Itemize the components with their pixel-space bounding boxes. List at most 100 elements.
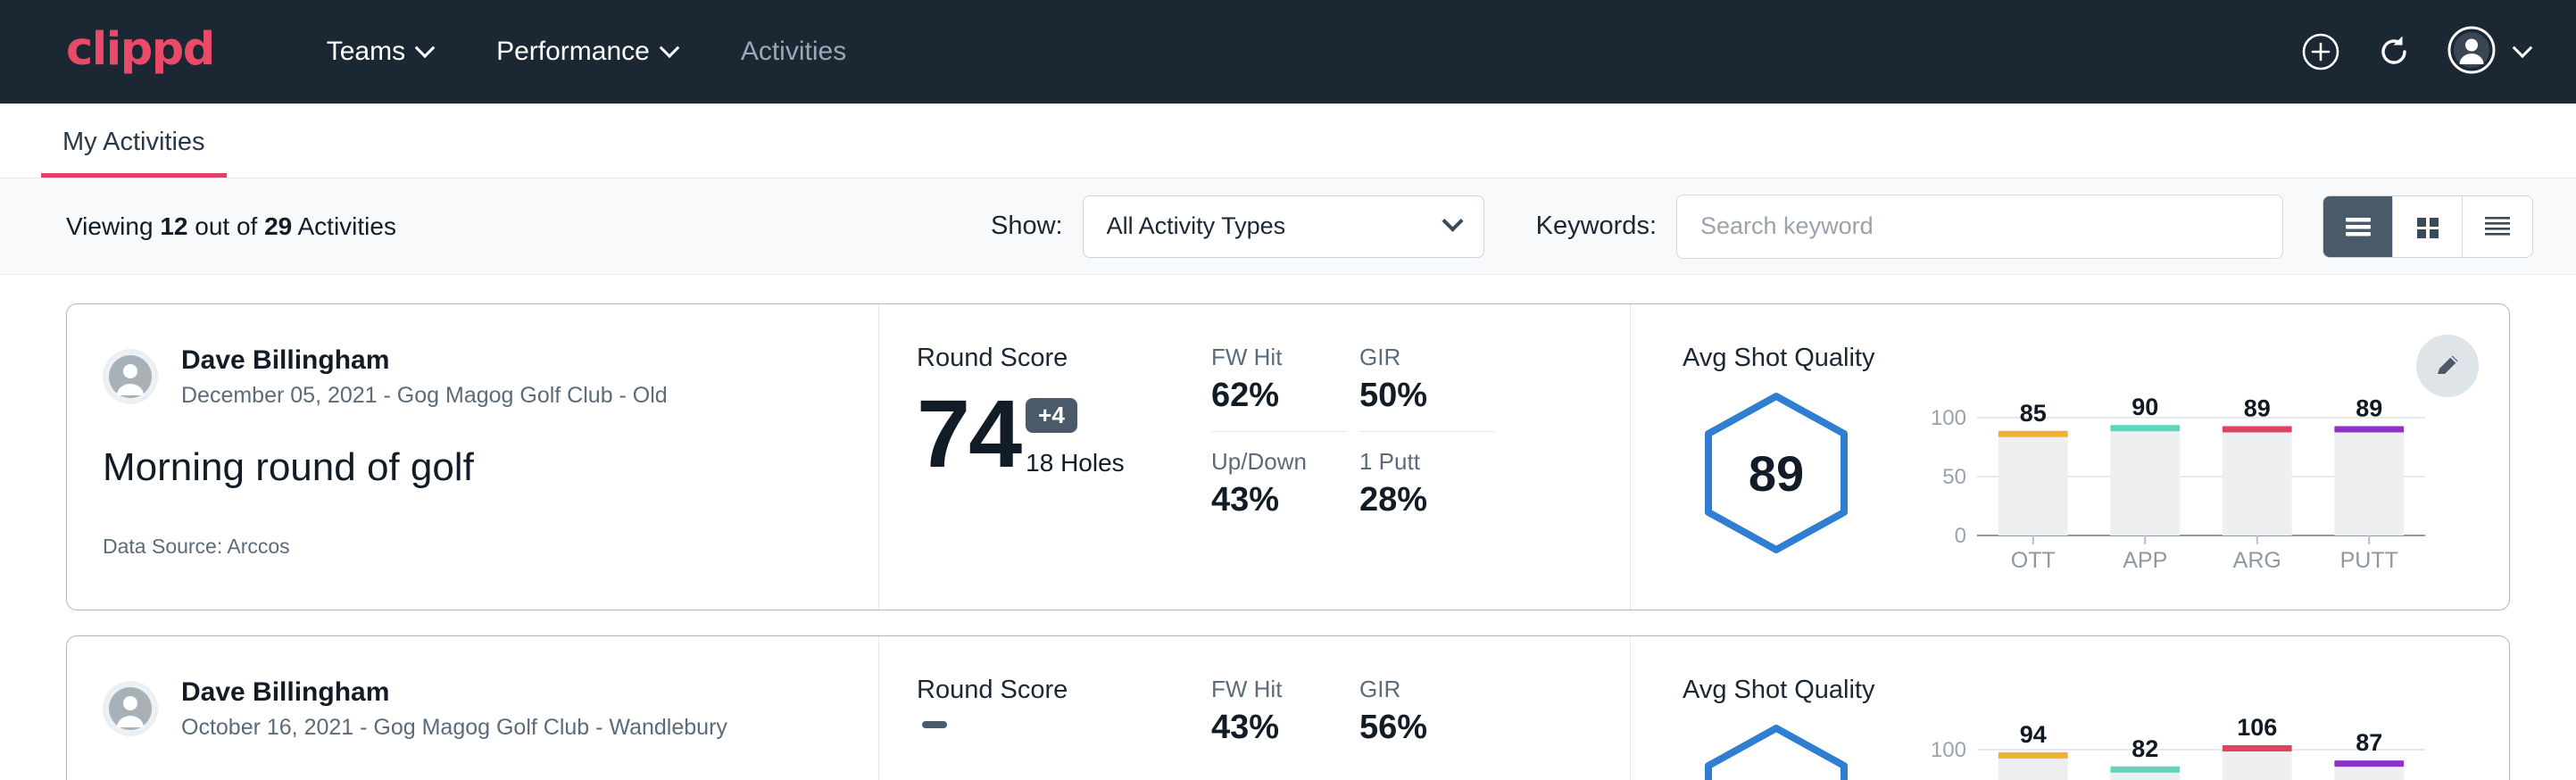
account-avatar-icon bbox=[2447, 26, 2496, 79]
top-navigation-bar: clippd Teams Performance Activities bbox=[0, 0, 2576, 104]
svg-text:PUTT: PUTT bbox=[2340, 548, 2398, 573]
stat-value-up-down: 43% bbox=[1211, 481, 1347, 519]
round-score-row: 74 +4 18 Holes bbox=[917, 389, 1211, 477]
show-label: Show: bbox=[991, 212, 1063, 241]
stat-label-up-down: Up/Down bbox=[1211, 448, 1347, 476]
viewing-count-text: Viewing 12 out of 29 Activities bbox=[66, 212, 396, 241]
stat-column-right: GIR 56% bbox=[1359, 676, 1495, 780]
stat-column-right: GIR 50% 1 Putt 28% bbox=[1359, 344, 1495, 610]
svg-text:ARG: ARG bbox=[2233, 548, 2281, 573]
stat-value-fw-hit: 62% bbox=[1211, 377, 1347, 415]
quality-hexagon: 89 bbox=[1701, 391, 1851, 555]
svg-text:0: 0 bbox=[1955, 524, 1966, 548]
nav-item-activities[interactable]: Activities bbox=[709, 37, 878, 67]
svg-text:APP: APP bbox=[2123, 548, 2167, 573]
nav-item-teams[interactable]: Teams bbox=[295, 37, 464, 67]
chevron-down-icon bbox=[660, 37, 680, 58]
viewing-middle: out of bbox=[187, 212, 264, 240]
svg-text:OTT: OTT bbox=[2011, 548, 2056, 573]
activity-title: Morning round of golf bbox=[103, 445, 843, 490]
round-score-row bbox=[917, 721, 1211, 744]
view-toggle-grid[interactable] bbox=[2393, 196, 2463, 257]
stat-divider bbox=[1211, 431, 1347, 432]
avg-shot-quality-heading: Avg Shot Quality bbox=[1683, 676, 2464, 705]
viewing-prefix: Viewing bbox=[66, 212, 160, 240]
compact-view-icon bbox=[2480, 212, 2514, 241]
avatar bbox=[103, 681, 158, 736]
activity-list: Dave Billingham December 05, 2021 - Gog … bbox=[0, 275, 2576, 780]
svg-text:90: 90 bbox=[2131, 394, 2158, 420]
activity-card[interactable]: Dave Billingham December 05, 2021 - Gog … bbox=[66, 303, 2510, 610]
view-toggle-group bbox=[2323, 195, 2533, 258]
viewing-suffix: Activities bbox=[292, 212, 396, 240]
shot-quality-bar-chart: 05010094OTT82APP106ARG87PUTT bbox=[1897, 718, 2464, 780]
stat-label-fw-hit: FW Hit bbox=[1211, 676, 1347, 703]
edit-activity-button[interactable] bbox=[2416, 335, 2479, 397]
main-nav: Teams Performance Activities bbox=[295, 37, 878, 67]
view-toggle-list[interactable] bbox=[2323, 196, 2393, 257]
svg-text:87: 87 bbox=[2356, 729, 2382, 756]
activity-meta: October 16, 2021 - Gog Magog Golf Club -… bbox=[181, 713, 727, 743]
filter-controls: Show: All Activity Types Keywords: bbox=[991, 195, 2533, 259]
round-score-heading: Round Score bbox=[917, 344, 1211, 373]
nav-item-teams-label: Teams bbox=[327, 37, 405, 67]
chevron-down-icon bbox=[2513, 37, 2533, 58]
list-view-icon bbox=[2340, 212, 2376, 241]
account-menu[interactable] bbox=[2447, 26, 2530, 79]
keywords-label: Keywords: bbox=[1536, 212, 1657, 241]
stat-divider bbox=[1359, 431, 1495, 432]
activity-summary: Dave Billingham December 05, 2021 - Gog … bbox=[67, 304, 879, 610]
grid-view-icon bbox=[2412, 212, 2444, 241]
nav-item-performance-label: Performance bbox=[496, 37, 650, 67]
activity-type-select[interactable]: All Activity Types bbox=[1083, 195, 1484, 258]
round-score-value: 74 bbox=[917, 389, 1020, 477]
stat-value-1-putt: 28% bbox=[1359, 481, 1495, 519]
avg-shot-quality-section: Avg Shot Quality 89 05010085OTT90APP89AR… bbox=[1631, 304, 2509, 610]
activity-stats: FW Hit 62% Up/Down 43% GIR 50% 1 Putt 28… bbox=[1211, 304, 1631, 610]
svg-text:100: 100 bbox=[1931, 738, 1966, 762]
activity-card[interactable]: Dave Billingham October 16, 2021 - Gog M… bbox=[66, 635, 2510, 780]
round-score-section: Round Score bbox=[879, 636, 1211, 780]
tab-my-activities[interactable]: My Activities bbox=[41, 128, 227, 178]
nav-item-performance[interactable]: Performance bbox=[464, 37, 709, 67]
avatar bbox=[103, 349, 158, 404]
clippd-logo[interactable]: clippd bbox=[66, 27, 214, 78]
chevron-down-icon bbox=[415, 37, 436, 58]
activity-type-select-value: All Activity Types bbox=[1107, 212, 1286, 240]
search-input[interactable] bbox=[1700, 212, 2259, 240]
plus-circle-icon[interactable] bbox=[2301, 32, 2340, 71]
holes-count: 18 Holes bbox=[1026, 449, 1125, 477]
stat-column-left: FW Hit 43% bbox=[1211, 676, 1347, 780]
nav-item-activities-label: Activities bbox=[741, 37, 846, 67]
activity-meta: December 05, 2021 - Gog Magog Golf Club … bbox=[181, 381, 668, 411]
stat-value-fw-hit: 43% bbox=[1211, 709, 1347, 747]
stat-value-gir: 56% bbox=[1359, 709, 1495, 747]
svg-text:82: 82 bbox=[2131, 735, 2158, 762]
quality-score-value bbox=[1701, 723, 1851, 780]
top-bar-actions bbox=[2301, 26, 2530, 79]
refresh-icon[interactable] bbox=[2374, 32, 2414, 71]
avg-shot-quality-section: Avg Shot Quality 05010094OTT82APP106ARG8… bbox=[1631, 636, 2509, 780]
quality-hexagon-wrapper bbox=[1683, 710, 1870, 780]
svg-text:106: 106 bbox=[2237, 718, 2277, 741]
round-score-section: Round Score 74 +4 18 Holes bbox=[879, 304, 1211, 610]
svg-text:89: 89 bbox=[2244, 395, 2271, 422]
svg-text:100: 100 bbox=[1931, 406, 1966, 430]
quality-hexagon bbox=[1701, 723, 1851, 780]
pencil-icon bbox=[2432, 351, 2463, 381]
search-input-wrapper[interactable] bbox=[1676, 195, 2283, 259]
quality-score-value: 89 bbox=[1701, 391, 1851, 555]
view-toggle-compact[interactable] bbox=[2463, 196, 2532, 257]
player-identity: Dave Billingham December 05, 2021 - Gog … bbox=[103, 344, 843, 410]
stat-label-gir: GIR bbox=[1359, 344, 1495, 371]
stat-label-fw-hit: FW Hit bbox=[1211, 344, 1347, 371]
viewing-total: 29 bbox=[264, 212, 292, 240]
player-name: Dave Billingham bbox=[181, 676, 727, 709]
shot-quality-chart: 05010085OTT90APP89ARG89PUTT bbox=[1870, 378, 2464, 577]
svg-text:85: 85 bbox=[2020, 400, 2047, 427]
player-identity: Dave Billingham October 16, 2021 - Gog M… bbox=[103, 676, 843, 742]
chevron-down-icon bbox=[1442, 211, 1463, 232]
player-name: Dave Billingham bbox=[181, 344, 668, 378]
quality-hexagon-wrapper: 89 bbox=[1683, 378, 1870, 555]
stat-value-gir: 50% bbox=[1359, 377, 1495, 415]
